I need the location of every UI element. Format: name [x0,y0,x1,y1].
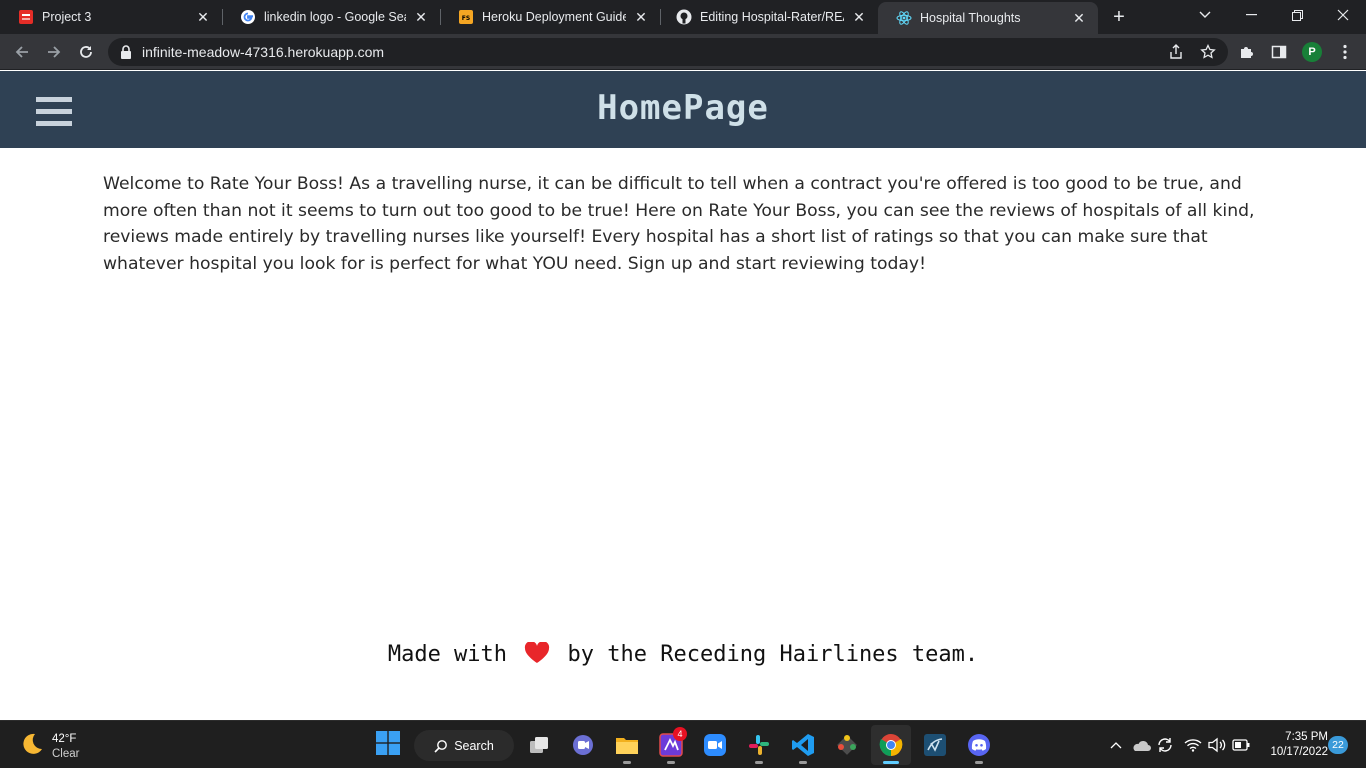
new-tab-button[interactable]: + [1108,6,1130,28]
tab-google-search[interactable]: linkedin logo - Google Search ✕ [222,0,440,34]
windows-logo-icon [376,730,400,760]
more-menu-icon[interactable] [1334,41,1356,63]
windows-taskbar: 42°F Clear Search 4 7:35 PM 10/17/2022 2… [0,720,1366,768]
fs-icon: FS [458,9,474,25]
weather-widget[interactable]: 42°F Clear [18,731,79,762]
zoom-icon[interactable] [695,725,735,765]
sync-icon[interactable] [1155,735,1175,755]
battery-icon[interactable] [1231,735,1251,755]
search-label: Search [454,738,494,753]
search-icon [434,739,448,753]
taskbar-search-button[interactable]: Search [414,730,514,761]
side-panel-icon[interactable] [1268,41,1290,63]
lock-icon[interactable] [120,45,132,59]
file-explorer-icon[interactable] [607,725,647,765]
tab-heroku-guide[interactable]: FS Heroku Deployment Guide | T ✕ [440,0,660,34]
show-hidden-icons-chevron-icon[interactable] [1106,735,1126,755]
extensions-icon[interactable] [1236,41,1258,63]
tab-github-readme[interactable]: Editing Hospital-Rater/READM ✕ [658,0,878,34]
footer-credit: Made with by the Receding Hairlines team… [0,641,1366,670]
tab-title: Heroku Deployment Guide | T [482,10,626,24]
close-window-button[interactable] [1320,0,1366,30]
notification-badge: 4 [673,727,687,741]
minimize-button[interactable] [1228,0,1274,30]
url-text: infinite-meadow-47316.herokuapp.com [142,44,385,60]
browser-toolbar: infinite-meadow-47316.herokuapp.com P [0,34,1366,70]
chrome-icon[interactable] [871,725,911,765]
github-icon [676,9,692,25]
close-tab-icon[interactable]: ✕ [412,8,430,26]
slack-icon[interactable] [739,725,779,765]
share-icon[interactable] [1165,41,1187,63]
wifi-icon[interactable] [1183,735,1203,755]
vscode-icon[interactable] [783,725,823,765]
onedrive-icon[interactable] [1131,735,1151,755]
git-tool-icon[interactable] [827,725,867,765]
close-tab-icon[interactable]: ✕ [850,8,868,26]
weather-condition: Clear [52,747,80,760]
start-button[interactable] [368,725,408,765]
tab-title: linkedin logo - Google Search [264,10,406,24]
clock-date: 10/17/2022 [1270,746,1328,758]
google-icon [240,9,256,25]
weather-temp: 42°F [52,732,77,745]
address-bar[interactable]: infinite-meadow-47316.herokuapp.com [108,38,1228,66]
pdf-icon [18,9,34,25]
tab-title: Project 3 [42,10,92,24]
heart-icon [524,641,550,670]
teams-chat-icon[interactable] [563,725,603,765]
forward-icon[interactable] [42,40,66,64]
moon-icon [18,731,44,762]
tab-title: Editing Hospital-Rater/READM [700,10,844,24]
notification-count-badge[interactable]: 22 [1328,736,1348,754]
page-title: HomePage [597,88,769,128]
close-tab-icon[interactable]: ✕ [1070,9,1088,27]
intro-paragraph: Welcome to Rate Your Boss! As a travelli… [103,174,1255,274]
tab-title: Hospital Thoughts [920,11,1021,25]
close-tab-icon[interactable]: ✕ [194,8,212,26]
close-tab-icon[interactable]: ✕ [632,8,650,26]
svg-text:FS: FS [462,15,470,22]
task-view-icon[interactable] [519,725,559,765]
restore-button[interactable] [1274,0,1320,30]
tab-hospital-thoughts[interactable]: Hospital Thoughts ✕ [878,2,1098,34]
reload-icon[interactable] [74,40,98,64]
volume-icon[interactable] [1207,735,1227,755]
mysql-workbench-icon[interactable] [915,725,955,765]
system-clock[interactable]: 7:35 PM 10/17/2022 [1256,730,1328,760]
back-icon[interactable] [10,40,34,64]
discord-icon[interactable] [959,725,999,765]
tab-project-3[interactable]: Project 3 ✕ [0,0,222,34]
bookmark-star-icon[interactable] [1197,41,1219,63]
browser-tab-strip: Project 3 ✕ linkedin logo - Google Searc… [0,0,1366,34]
tab-search-chevron-icon[interactable] [1182,0,1228,30]
site-header: HomePage [0,71,1366,148]
react-icon [896,10,912,26]
footer-text-after: by the Receding Hairlines team. [567,642,979,667]
profile-avatar[interactable]: P [1302,42,1322,62]
visual-studio-app-icon[interactable]: 4 [651,725,691,765]
footer-text-before: Made with [387,642,508,667]
clock-time: 7:35 PM [1285,731,1328,743]
